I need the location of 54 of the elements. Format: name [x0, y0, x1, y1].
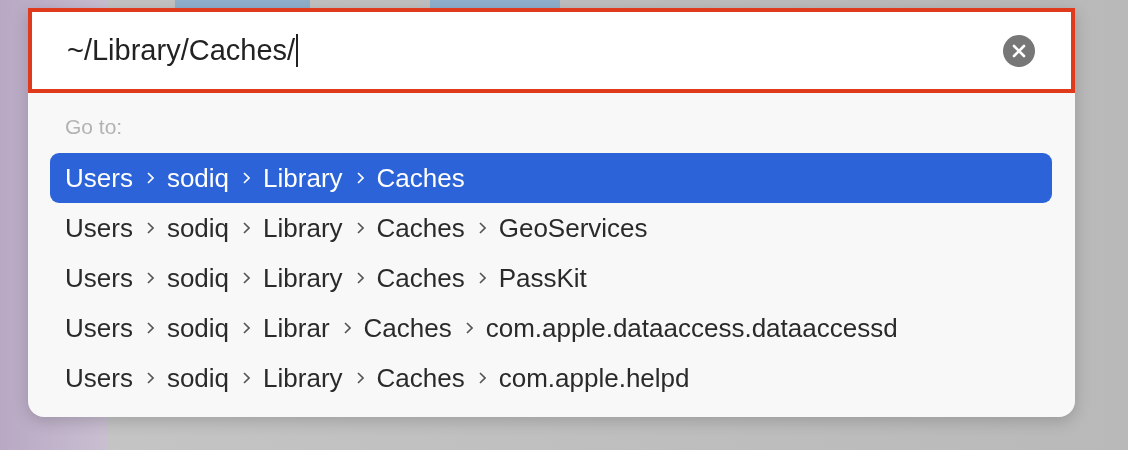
text-cursor: [296, 34, 299, 67]
path-suggestion[interactable]: Users sodiq Library Caches PassKit: [50, 253, 1052, 303]
folder-name: Users: [65, 162, 133, 194]
chevron-icon: [465, 322, 473, 334]
chevron-icon: [356, 272, 364, 284]
folder-name: GeoServices: [498, 212, 648, 244]
folder-name: Caches: [376, 262, 465, 294]
chevron-icon: [356, 172, 364, 184]
chevron-icon: [243, 222, 251, 234]
folder-name: Caches: [376, 162, 465, 194]
chevron-icon: [146, 272, 154, 284]
folder-name: Librar: [263, 312, 330, 344]
close-icon: [1003, 34, 1035, 67]
clear-button[interactable]: [1003, 34, 1035, 67]
chevron-icon: [243, 372, 251, 384]
chevron-icon: [478, 272, 486, 284]
chevron-icon: [478, 372, 486, 384]
chevron-icon: [146, 372, 154, 384]
folder-name: Library: [263, 212, 343, 244]
section-label: Go to:: [64, 114, 124, 140]
path-suggestion[interactable]: Users sodiq Library Caches com.apple.helpd: [50, 353, 1052, 403]
chevron-icon: [343, 322, 351, 334]
folder-name: sodiq: [166, 212, 230, 244]
path-suggestion[interactable]: Users sodiq Library Caches GeoServices: [50, 203, 1052, 253]
chevron-icon: [356, 222, 364, 234]
folder-name: Caches: [363, 312, 452, 344]
folder-name: Caches: [376, 362, 465, 394]
folder-name: Users: [65, 312, 133, 344]
folder-name: sodiq: [166, 262, 230, 294]
path-suggestion[interactable]: Users sodiq Library Caches: [50, 153, 1052, 203]
chevron-icon: [146, 222, 154, 234]
folder-name: sodiq: [166, 162, 230, 194]
chevron-icon: [243, 272, 251, 284]
chevron-icon: [243, 172, 251, 184]
folder-name: com.apple.helpd: [498, 362, 690, 394]
chevron-icon: [146, 322, 154, 334]
path-suggestion[interactable]: Users sodiq Librar Caches com.apple.dataaccess.dataaccessd: [50, 303, 1052, 353]
folder-name: Users: [65, 262, 133, 294]
folder-name: com.apple.dataaccess.dataaccessd: [485, 312, 898, 344]
chevron-icon: [146, 172, 154, 184]
folder-name: sodiq: [166, 362, 230, 394]
chevron-icon: [356, 372, 364, 384]
folder-name: Library: [263, 362, 343, 394]
folder-name: Caches: [376, 212, 465, 244]
folder-name: sodiq: [166, 312, 230, 344]
folder-name: Users: [65, 362, 133, 394]
folder-name: Library: [263, 262, 343, 294]
path-text: ~/Library/Caches/: [67, 34, 296, 67]
folder-name: PassKit: [498, 262, 587, 294]
chevron-icon: [243, 322, 251, 334]
path-field[interactable]: ~/Library/Caches/: [28, 8, 1075, 93]
folder-name: Users: [65, 212, 133, 244]
folder-name: Library: [263, 162, 343, 194]
chevron-icon: [478, 222, 486, 234]
